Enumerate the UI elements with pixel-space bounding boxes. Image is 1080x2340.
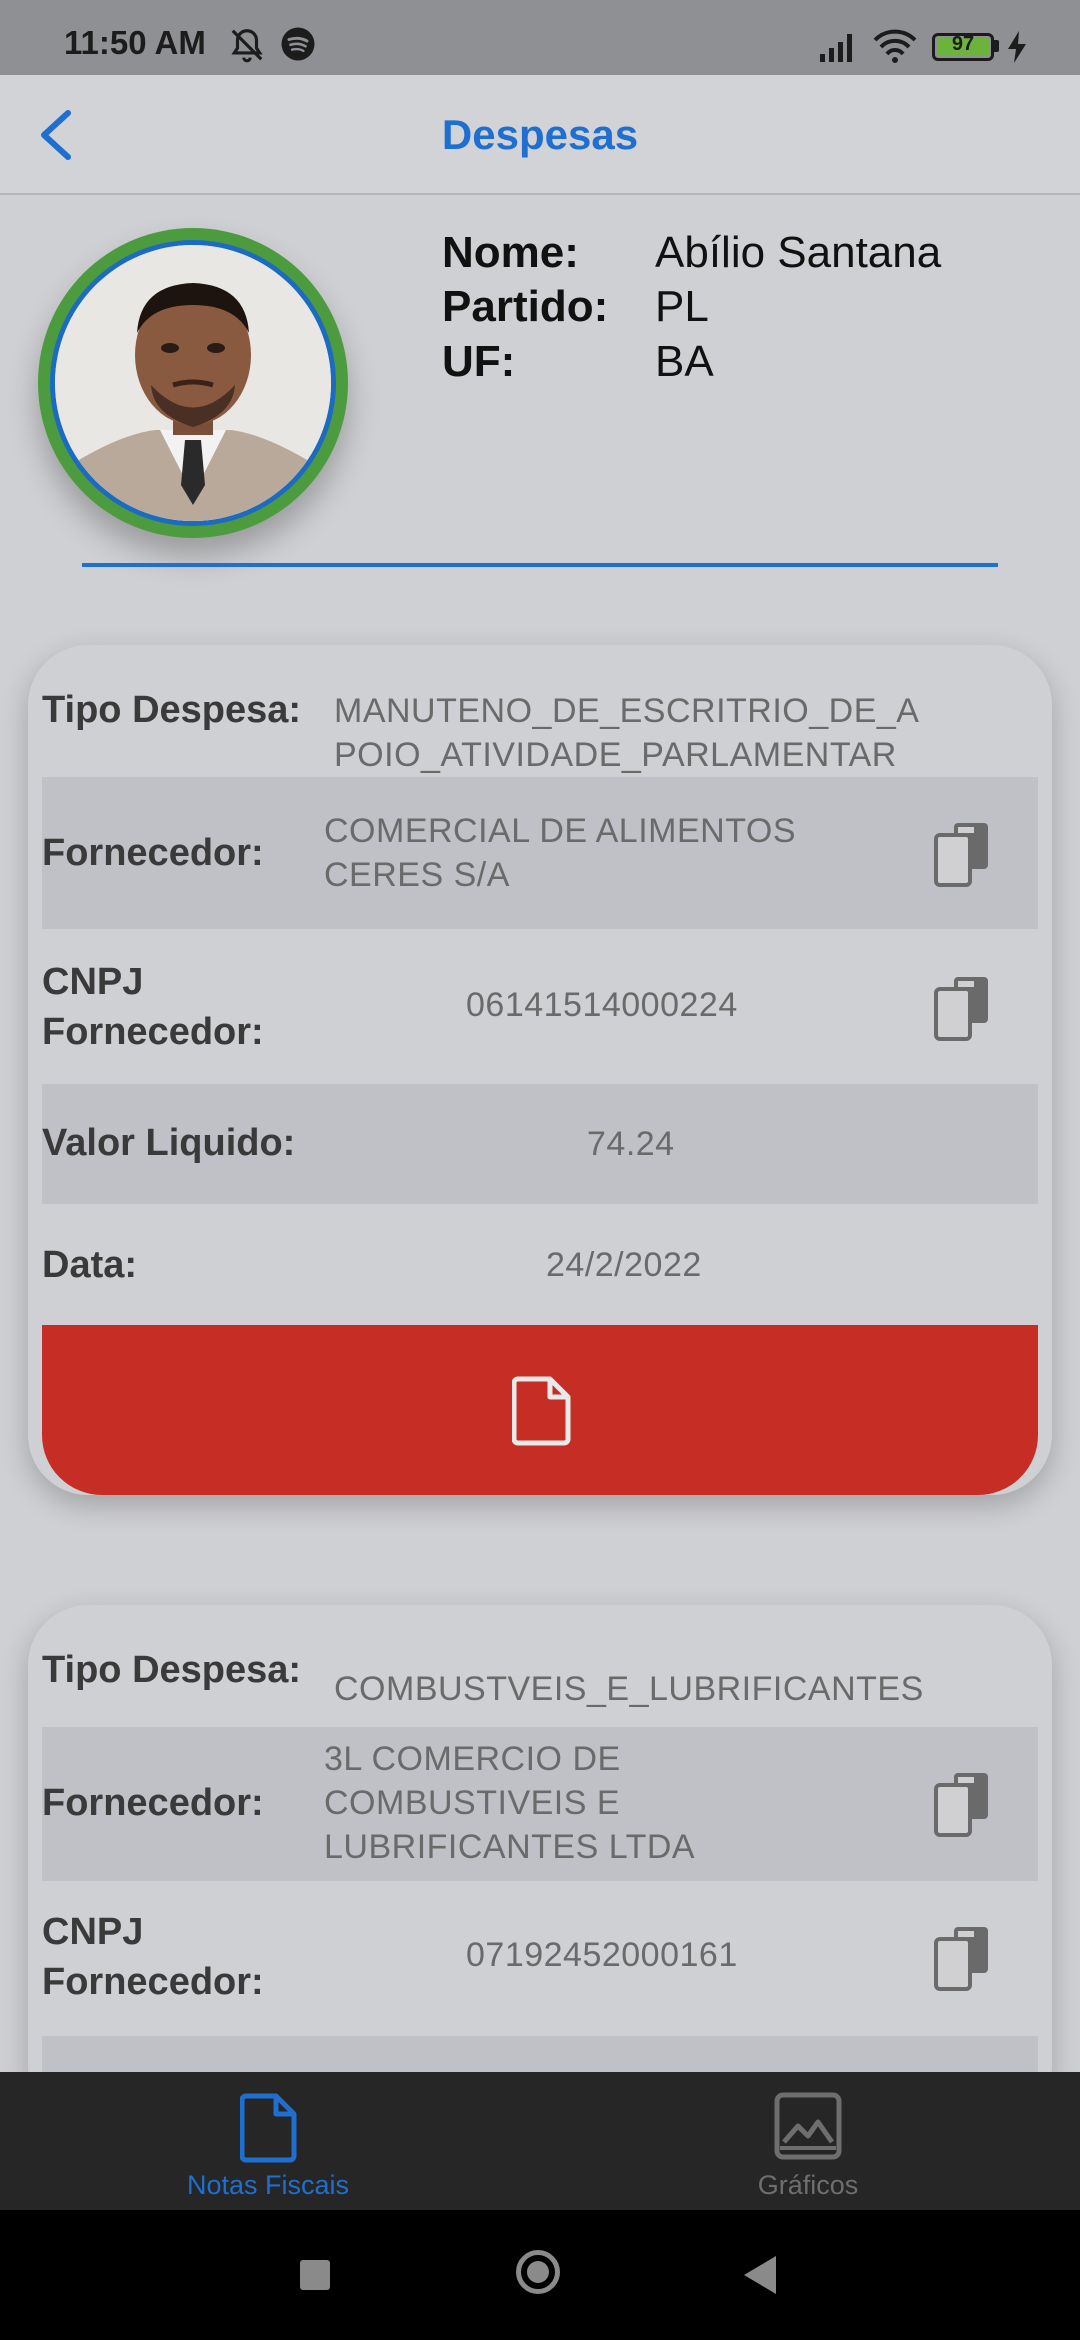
fornecedor-row: Fornecedor: 3L COMERCIO DE COMBUSTIVEIS …	[42, 1727, 1038, 1881]
uf-label: UF:	[442, 337, 516, 386]
open-document-button[interactable]	[42, 1325, 1038, 1495]
valor-row: Valor Liquido: 74.24	[42, 1084, 1038, 1204]
home-button[interactable]	[516, 2250, 560, 2294]
charging-icon	[1006, 30, 1028, 69]
copy-icon	[934, 823, 988, 887]
copy-cnpj-button[interactable]	[932, 1923, 992, 1993]
data-value: 24/2/2022	[546, 1246, 702, 1284]
fornecedor-value: 3L COMERCIO DE COMBUSTIVEIS E LUBRIFICAN…	[324, 1740, 696, 1866]
tab-graficos[interactable]: Gráficos	[608, 2082, 1008, 2210]
recent-apps-button[interactable]	[300, 2260, 330, 2290]
copy-icon	[934, 977, 988, 1041]
fornecedor-value: COMERCIAL DE ALIMENTOS CERES S/A	[324, 812, 796, 894]
copy-icon	[934, 1927, 988, 1991]
app-header: Despesas	[0, 75, 1080, 195]
copy-icon	[934, 1773, 988, 1837]
copy-fornecedor-button[interactable]	[932, 1769, 992, 1839]
chart-image-icon	[774, 2092, 842, 2160]
cnpj-row: CNPJ Fornecedor: 06141514000224	[42, 929, 1038, 1084]
profile-divider	[82, 563, 998, 567]
tab-notas-fiscais[interactable]: Notas Fiscais	[68, 2082, 468, 2210]
tipo-despesa-label: Tipo Despesa:	[42, 689, 302, 731]
tab-notas-fiscais-label: Notas Fiscais	[186, 2170, 350, 2200]
cnpj-label: CNPJ Fornecedor:	[42, 961, 264, 1053]
tipo-despesa-row: Tipo Despesa: COMBUSTVEIS_E_LUBRIFICANTE…	[42, 1605, 1038, 1727]
cnpj-value: 07192452000161	[466, 1936, 738, 1974]
fornecedor-label: Fornecedor:	[42, 1782, 264, 1824]
party-label: Partido:	[442, 282, 609, 331]
cnpj-row: CNPJ Fornecedor: 07192452000161	[42, 1881, 1038, 2036]
status-time: 11:50 AM	[64, 24, 206, 61]
fornecedor-label: Fornecedor:	[42, 832, 264, 874]
cnpj-value: 06141514000224	[466, 986, 738, 1024]
valor-label: Valor Liquido:	[42, 1122, 296, 1164]
copy-fornecedor-button[interactable]	[932, 819, 992, 889]
page-title: Despesas	[441, 111, 639, 158]
tipo-despesa-value: MANUTENO_DE_ESCRITRIO_DE_A POIO_ATIVIDAD…	[334, 692, 920, 774]
status-bar: 11:50 AM 97	[0, 0, 1080, 75]
notifications-muted-icon	[228, 26, 266, 69]
uf-value: BA	[655, 337, 714, 386]
bottom-navigation: Notas Fiscais Gráficos	[0, 2072, 1080, 2210]
battery-icon: 97	[932, 33, 994, 61]
politician-photo	[55, 245, 331, 521]
battery-level: 97	[951, 33, 975, 55]
name-value: Abílio Santana	[655, 228, 942, 277]
fornecedor-row: Fornecedor: COMERCIAL DE ALIMENTOS CERES…	[42, 777, 1038, 929]
name-label: Nome:	[442, 228, 579, 277]
party-value: PL	[655, 282, 709, 331]
system-navigation-bar	[0, 2210, 1080, 2340]
document-icon	[240, 2093, 297, 2163]
avatar	[38, 228, 348, 538]
expense-card: Tipo Despesa: MANUTENO_DE_ESCRITRIO_DE_A…	[28, 645, 1052, 1495]
wifi-icon	[872, 28, 918, 69]
data-row: Data: 24/2/2022	[42, 1204, 1038, 1325]
tipo-despesa-value: COMBUSTVEIS_E_LUBRIFICANTES	[334, 1670, 924, 1708]
cnpj-label: CNPJ Fornecedor:	[42, 1911, 264, 2003]
copy-cnpj-button[interactable]	[932, 973, 992, 1043]
valor-value: 74.24	[587, 1125, 675, 1163]
tipo-despesa-label: Tipo Despesa:	[42, 1649, 302, 1691]
back-nav-button[interactable]	[744, 2256, 776, 2294]
document-icon	[512, 1376, 571, 1446]
signal-icon	[818, 30, 858, 69]
tab-graficos-label: Gráficos	[757, 2170, 859, 2200]
tipo-despesa-row: Tipo Despesa: MANUTENO_DE_ESCRITRIO_DE_A…	[42, 645, 1038, 777]
data-label: Data:	[42, 1244, 138, 1286]
expense-card: Tipo Despesa: COMBUSTVEIS_E_LUBRIFICANTE…	[28, 1605, 1052, 2125]
spotify-icon	[280, 26, 316, 67]
